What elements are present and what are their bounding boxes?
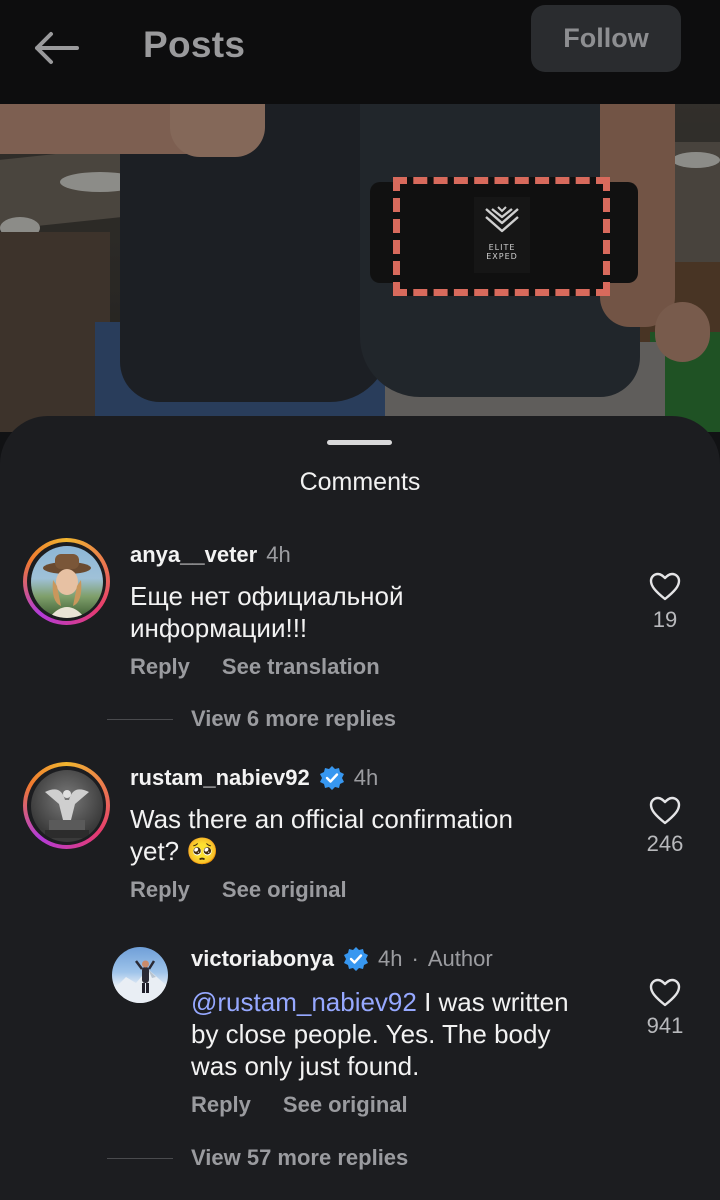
- statue-photo-icon: [44, 788, 89, 838]
- comment-actions: Reply See original: [130, 877, 347, 903]
- view-more-replies-label: View 6 more replies: [191, 706, 397, 731]
- heart-icon: [649, 978, 681, 1007]
- see-original-button[interactable]: See original: [283, 1092, 408, 1118]
- reply-text-line: by close people. Yes. The body: [191, 1019, 551, 1049]
- like-button[interactable]: 941: [640, 978, 690, 1039]
- comment-username[interactable]: rustam_nabiev92: [130, 765, 310, 791]
- reply-time: 4h: [378, 946, 403, 971]
- see-translation-button[interactable]: See translation: [222, 654, 380, 680]
- page-title: Posts: [143, 24, 246, 65]
- comment-username[interactable]: anya__veter: [130, 542, 257, 568]
- reply-text-line: was only just found.: [191, 1051, 420, 1081]
- comments-sheet: Comments anya__veter 4h Еще нет официаль…: [0, 416, 720, 1200]
- elite-exped-logo: ELITE EXPED: [474, 197, 530, 273]
- reply-username-row: victoriabonya 4h · Author: [191, 946, 493, 972]
- comment-text-line: yet? 🥺: [130, 836, 219, 866]
- mention-link[interactable]: @rustam_nabiev92: [191, 987, 417, 1017]
- comment-actions: Reply See translation: [130, 654, 380, 680]
- like-button[interactable]: 246: [640, 796, 690, 857]
- reply-actions: Reply See original: [191, 1092, 408, 1118]
- sheet-title: Comments: [299, 468, 421, 496]
- comment-text: Еще нет официальной информации!!!: [130, 580, 404, 644]
- logo-text-line-1: ELITE: [488, 243, 516, 252]
- eagle-logo-icon: [485, 206, 519, 233]
- avatar: [30, 545, 103, 618]
- avatar-story-ring[interactable]: [23, 762, 110, 849]
- verified-badge-icon: [319, 765, 345, 791]
- like-count: 246: [646, 831, 684, 856]
- heart-icon: [649, 796, 681, 825]
- reply-button[interactable]: Reply: [130, 654, 190, 680]
- post-image[interactable]: ELITE EXPED: [0, 102, 720, 432]
- comment-text-line: Еще нет официальной: [130, 581, 404, 611]
- comment-text: Was there an official confirmation yet? …: [130, 803, 513, 867]
- comment-username-row: anya__veter 4h: [130, 542, 291, 568]
- post-comments-screen: Posts Follow ELITE EXPED Comments anya__…: [0, 0, 720, 1200]
- reply-button[interactable]: Reply: [191, 1092, 251, 1118]
- like-count: 941: [646, 1013, 684, 1038]
- back-button[interactable]: [30, 26, 82, 70]
- like-count: 19: [652, 607, 678, 632]
- reply-text-line: @rustam_nabiev92 I was written: [191, 986, 569, 1018]
- view-more-replies-label: View 57 more replies: [191, 1145, 409, 1170]
- like-button[interactable]: 19: [640, 572, 690, 633]
- back-arrow-icon: [35, 32, 79, 64]
- view-more-replies[interactable]: View 57 more replies: [107, 1145, 408, 1171]
- author-label: Author: [427, 946, 493, 971]
- see-original-button[interactable]: See original: [222, 877, 347, 903]
- reply-text: @rustam_nabiev92 I was written by close …: [191, 986, 569, 1082]
- avatar[interactable]: [112, 947, 168, 1003]
- top-bar: Posts Follow: [0, 0, 720, 104]
- heart-icon: [649, 572, 681, 601]
- avatar-story-ring[interactable]: [23, 538, 110, 625]
- mountain-photo-icon: [112, 960, 168, 1003]
- reply-text-fragment: I was written: [416, 987, 569, 1017]
- user-photo-icon: [42, 553, 91, 618]
- drag-handle[interactable]: [327, 440, 392, 445]
- comment-text-line: информации!!!: [130, 613, 308, 643]
- avatar: [30, 769, 103, 842]
- follow-button[interactable]: Follow: [531, 5, 681, 72]
- reply-thread-line: [107, 718, 173, 720]
- comment-username-row: rustam_nabiev92 4h: [130, 765, 378, 791]
- comment-text-line: Was there an official confirmation: [130, 804, 513, 834]
- view-more-replies[interactable]: View 6 more replies: [107, 706, 396, 732]
- reply-username[interactable]: victoriabonya: [191, 946, 334, 972]
- logo-text-line-2: EXPED: [486, 252, 518, 261]
- verified-badge-icon: [343, 946, 369, 972]
- reply-thread-line: [107, 1157, 173, 1159]
- comment-time: 4h: [353, 765, 379, 790]
- reply-button[interactable]: Reply: [130, 877, 190, 903]
- comment-time: 4h: [266, 542, 291, 567]
- separator-dot: ·: [411, 946, 419, 971]
